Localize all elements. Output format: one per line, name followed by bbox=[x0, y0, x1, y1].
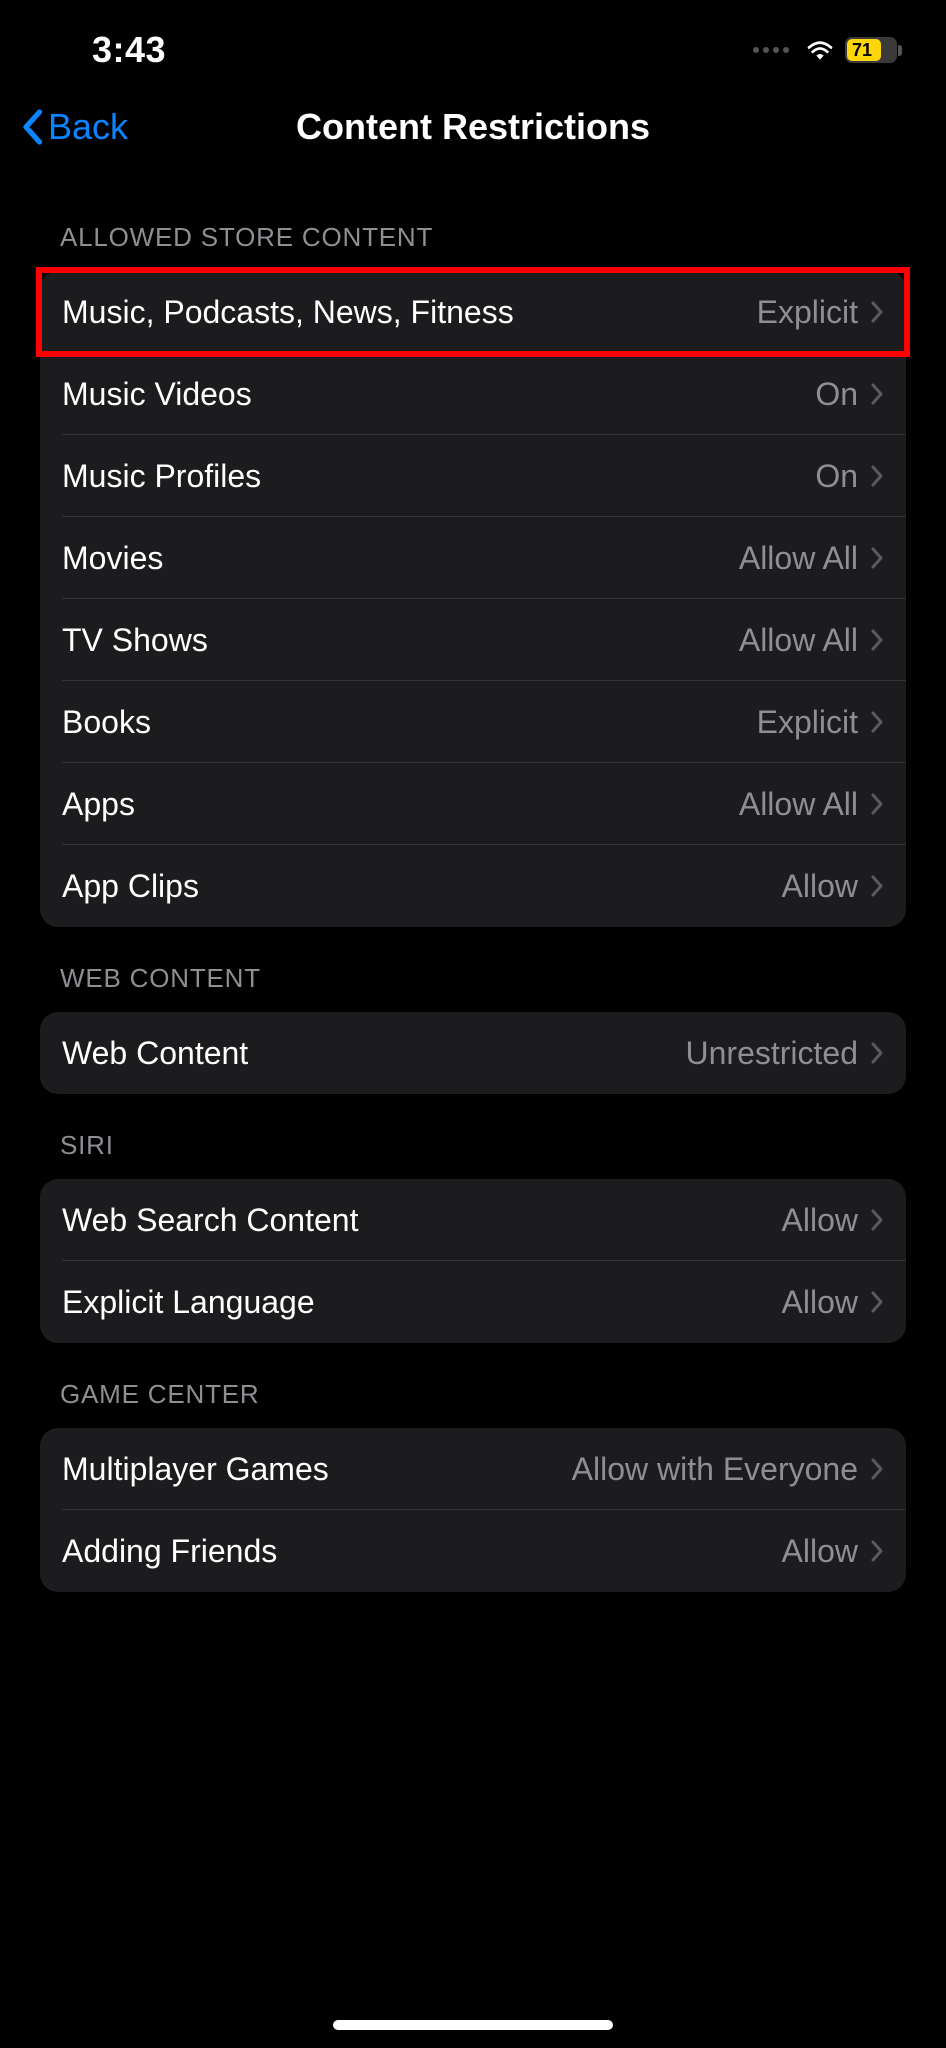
wifi-icon bbox=[805, 39, 835, 61]
settings-row[interactable]: Movies Allow All bbox=[40, 517, 906, 599]
back-button[interactable]: Back bbox=[20, 106, 128, 148]
row-right: On bbox=[815, 376, 884, 413]
row-value: Allow All bbox=[739, 540, 858, 577]
back-label: Back bbox=[48, 106, 128, 148]
content-area: ALLOWED STORE CONTENT Music, Podcasts, Ne… bbox=[0, 186, 946, 1592]
row-right: Explicit bbox=[757, 704, 884, 741]
signal-dots-icon bbox=[753, 47, 789, 53]
settings-row[interactable]: Multiplayer Games Allow with Everyone bbox=[40, 1428, 906, 1510]
section-group: Music, Podcasts, News, FitnessExplicitMu… bbox=[40, 271, 906, 927]
row-right: On bbox=[815, 458, 884, 495]
settings-row[interactable]: App Clips Allow bbox=[40, 845, 906, 927]
row-value: Unrestricted bbox=[686, 1035, 859, 1072]
row-label: Music Profiles bbox=[62, 458, 261, 495]
row-label: Music Videos bbox=[62, 376, 252, 413]
row-label: Adding Friends bbox=[62, 1533, 277, 1570]
chevron-right-icon bbox=[870, 1041, 884, 1065]
settings-row[interactable]: Music Profiles On bbox=[40, 435, 906, 517]
row-label: Multiplayer Games bbox=[62, 1451, 329, 1488]
section-group: Web Search ContentAllowExplicit Language… bbox=[40, 1179, 906, 1343]
row-value: On bbox=[815, 458, 858, 495]
settings-row[interactable]: Apps Allow All bbox=[40, 763, 906, 845]
chevron-right-icon bbox=[870, 792, 884, 816]
row-value: Allow bbox=[782, 1202, 858, 1239]
home-indicator[interactable] bbox=[333, 2020, 613, 2030]
battery-icon: 71 bbox=[845, 37, 902, 63]
chevron-right-icon bbox=[870, 546, 884, 570]
section-header: GAME CENTER bbox=[0, 1343, 946, 1420]
row-right: Allow bbox=[782, 868, 884, 905]
row-right: Allow bbox=[782, 1202, 884, 1239]
chevron-right-icon bbox=[870, 628, 884, 652]
row-value: Allow All bbox=[739, 622, 858, 659]
settings-row[interactable]: Web Content Unrestricted bbox=[40, 1012, 906, 1094]
row-label: Web Content bbox=[62, 1035, 248, 1072]
row-value: Allow with Everyone bbox=[572, 1451, 858, 1488]
row-right: Allow All bbox=[739, 622, 884, 659]
settings-row[interactable]: Explicit Language Allow bbox=[40, 1261, 906, 1343]
status-time: 3:43 bbox=[92, 29, 166, 71]
row-value: Allow bbox=[782, 1284, 858, 1321]
row-label: Explicit Language bbox=[62, 1284, 315, 1321]
settings-row[interactable]: Books Explicit bbox=[40, 681, 906, 763]
section-header: WEB CONTENT bbox=[0, 927, 946, 1004]
row-right: Explicit bbox=[757, 294, 884, 331]
battery-percent: 71 bbox=[852, 40, 872, 61]
row-label: Movies bbox=[62, 540, 163, 577]
settings-row[interactable]: Music Videos On bbox=[40, 353, 906, 435]
row-right: Allow bbox=[782, 1284, 884, 1321]
row-right: Allow All bbox=[739, 540, 884, 577]
nav-header: Back Content Restrictions bbox=[0, 76, 946, 186]
status-bar: 3:43 71 bbox=[0, 0, 946, 76]
row-right: Allow with Everyone bbox=[572, 1451, 884, 1488]
chevron-right-icon bbox=[870, 710, 884, 734]
settings-row[interactable]: TV Shows Allow All bbox=[40, 599, 906, 681]
row-value: Allow All bbox=[739, 786, 858, 823]
row-value: Explicit bbox=[757, 704, 858, 741]
row-value: Explicit bbox=[757, 294, 858, 331]
row-right: Allow bbox=[782, 1533, 884, 1570]
status-indicators: 71 bbox=[753, 37, 902, 63]
settings-row[interactable]: Web Search Content Allow bbox=[40, 1179, 906, 1261]
chevron-right-icon bbox=[870, 300, 884, 324]
row-value: On bbox=[815, 376, 858, 413]
section-header: SIRI bbox=[0, 1094, 946, 1171]
row-label: TV Shows bbox=[62, 622, 208, 659]
row-label: Books bbox=[62, 704, 151, 741]
chevron-right-icon bbox=[870, 1290, 884, 1314]
chevron-right-icon bbox=[870, 1208, 884, 1232]
chevron-right-icon bbox=[870, 1457, 884, 1481]
row-label: Web Search Content bbox=[62, 1202, 358, 1239]
row-label: Music, Podcasts, News, Fitness bbox=[62, 294, 514, 331]
chevron-right-icon bbox=[870, 382, 884, 406]
chevron-right-icon bbox=[870, 874, 884, 898]
chevron-right-icon bbox=[870, 464, 884, 488]
settings-row[interactable]: Adding Friends Allow bbox=[40, 1510, 906, 1592]
section-group: Multiplayer Games Allow with Everyone Addi… bbox=[40, 1428, 906, 1592]
page-title: Content Restrictions bbox=[296, 106, 650, 148]
row-value: Allow bbox=[782, 1533, 858, 1570]
section-header: ALLOWED STORE CONTENT bbox=[0, 186, 946, 263]
chevron-right-icon bbox=[870, 1539, 884, 1563]
chevron-left-icon bbox=[20, 109, 44, 145]
row-value: Allow bbox=[782, 868, 858, 905]
row-right: Unrestricted bbox=[686, 1035, 885, 1072]
settings-row[interactable]: Music, Podcasts, News, Fitness Explicit bbox=[40, 271, 906, 353]
row-label: Apps bbox=[62, 786, 135, 823]
row-label: App Clips bbox=[62, 868, 199, 905]
row-right: Allow All bbox=[739, 786, 884, 823]
section-group: Web Content Unrestricted bbox=[40, 1012, 906, 1094]
